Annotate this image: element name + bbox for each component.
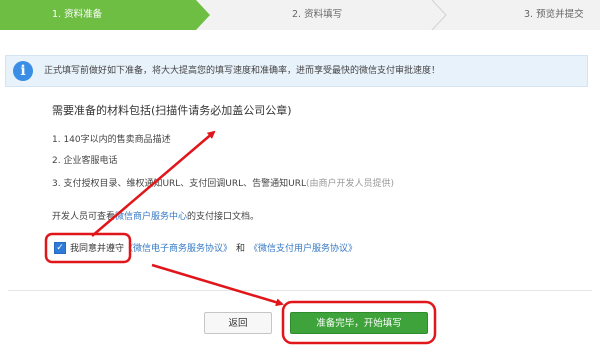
step-progress-bar: 1. 资料准备 2. 资料填写 3. 预览并提交 (0, 0, 600, 30)
developer-suffix: 的支付接口文档。 (187, 212, 260, 222)
user-agreement-link[interactable]: 《微信支付用户服务协议》 (249, 241, 357, 254)
agreement-row: ✓ 我同意并遵守 《微信电子商务服务协议》 和 《微信支付用户服务协议》 (54, 241, 357, 254)
developer-prefix: 开发人员可查看 (52, 212, 116, 222)
material-item-hint: (由商户开发人员提供) (306, 179, 395, 189)
notice-text: 正式填写前做好如下准备，将大大提高您的填写速度和准确率，进而享受最快的微信支付审… (44, 66, 441, 76)
step-2-separator (431, 0, 447, 30)
annotation-arrow-right (151, 263, 284, 307)
developer-doc-line: 开发人员可查看微信商户服务中心的支付接口文档。 (52, 209, 259, 222)
step-1-label: 1. 资料准备 (52, 9, 103, 20)
ecommerce-agreement-link[interactable]: 《微信电子商务服务协议》 (124, 241, 232, 254)
info-icon: i (13, 61, 33, 81)
info-notice: i 正式填写前做好如下准备，将大大提高您的填写速度和准确率，进而享受最快的微信支… (5, 55, 588, 87)
start-filling-button[interactable]: 准备完毕，开始填写 (290, 312, 428, 334)
divider (8, 290, 592, 291)
material-item: 1. 140字以内的售卖商品描述 (52, 135, 171, 145)
material-item-text: 3. 支付授权目录、维权通知URL、支付回调URL、告警通知URL (52, 179, 307, 189)
material-item: 3. 支付授权目录、维权通知URL、支付回调URL、告警通知URL(由商户开发人… (52, 176, 394, 189)
material-item: 2. 企业客服电话 (52, 156, 118, 166)
step-1-background (0, 0, 210, 30)
back-button[interactable]: 返回 (204, 312, 272, 334)
agreement-and-text: 和 (236, 244, 246, 254)
materials-title: 需要准备的材料包括(扫描件请务必加盖公司公章) (52, 104, 292, 117)
merchant-service-center-link[interactable]: 微信商户服务中心 (115, 212, 187, 222)
agree-label[interactable]: 我同意并遵守 (70, 241, 124, 254)
step-2-label: 2. 资料填写 (292, 9, 343, 20)
agree-checkbox[interactable]: ✓ (54, 241, 66, 254)
step-3-label: 3. 预览并提交 (524, 9, 584, 20)
